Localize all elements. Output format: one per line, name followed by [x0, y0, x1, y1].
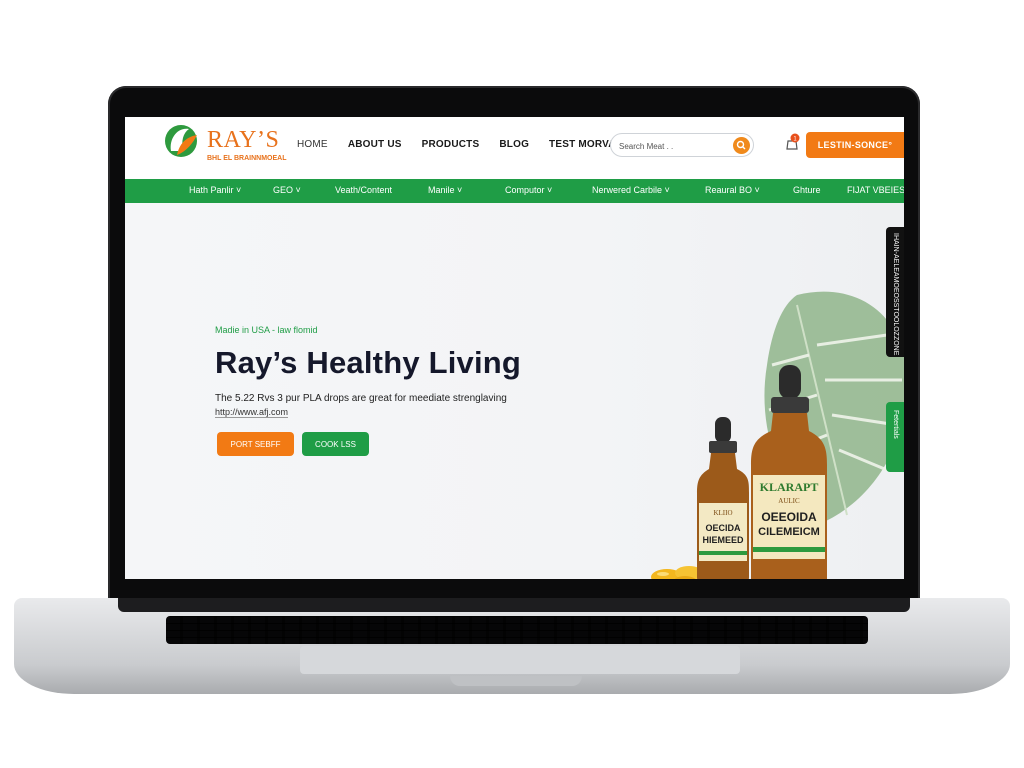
brand-logo[interactable]: RAY’S BHL EL BRAINNMOEAL — [163, 121, 287, 167]
laptop-notch — [450, 676, 582, 686]
large-bottle-line1: KLARAPT — [760, 480, 819, 494]
hero-section: Madie in USA - law flomid Ray’s Healthy … — [125, 203, 904, 579]
search-icon — [736, 140, 746, 150]
search-input[interactable] — [619, 138, 729, 154]
header-cta-button[interactable]: LESTIN-SONCE° — [806, 132, 904, 158]
large-bottle-line3: OEEOIDA — [761, 510, 817, 524]
hero-primary-button[interactable]: PORT SEBFF — [217, 432, 294, 456]
category-bar: Hath Panlir ˅ GEO ˅ Veath/Content Manile… — [125, 179, 904, 203]
small-bottle-line2: OECIDA — [705, 523, 741, 533]
nav-blog[interactable]: BLOG — [499, 139, 529, 150]
brand-name: RAY’S — [207, 127, 280, 153]
laptop-hinge — [118, 598, 910, 612]
logo-mark-icon — [165, 125, 197, 157]
category-item[interactable]: Hath Panlir ˅ — [189, 185, 241, 195]
site-header: RAY’S BHL EL BRAINNMOEAL HOME ABOUT US P… — [125, 117, 904, 179]
large-bottle-line4: CILEMEICM — [758, 526, 820, 538]
category-item[interactable]: Computor ˅ — [505, 185, 552, 195]
laptop-screen: RAY’S BHL EL BRAINNMOEAL HOME ABOUT US P… — [125, 117, 904, 579]
photo-stage: RAY’S BHL EL BRAINNMOEAL HOME ABOUT US P… — [0, 0, 1024, 768]
hero-eyebrow: Madie in USA - law flomid — [215, 325, 318, 335]
laptop-trackpad — [300, 646, 740, 674]
search-box — [610, 133, 754, 157]
category-item[interactable]: Manile ˅ — [428, 185, 462, 195]
cart-button[interactable]: 1 — [785, 133, 801, 151]
category-item[interactable]: Reaural BO ˅ — [705, 185, 760, 195]
nav-products[interactable]: PRODUCTS — [422, 139, 480, 150]
side-tab-newsletter[interactable]: Fetertials — [886, 402, 904, 472]
hero-secondary-button[interactable]: COOK LSS — [302, 432, 369, 456]
hero-link[interactable]: http://www.afj.com — [215, 407, 289, 418]
hero-title: Ray’s Healthy Living — [215, 345, 522, 380]
hero-description: The 5.22 Rvs 3 pur PLA drops are great f… — [215, 393, 507, 404]
main-nav: HOME ABOUT US PRODUCTS BLOG TEST MORVALS — [297, 139, 649, 150]
nav-about-us[interactable]: ABOUT US — [348, 139, 402, 150]
large-bottle-line2: AULIC — [778, 497, 800, 505]
category-item[interactable]: FIJAT VBEIES ˅ — [847, 185, 904, 195]
category-item[interactable]: Veath/Content — [335, 185, 392, 195]
small-bottle-line1: KLIIO — [713, 509, 732, 517]
search-button[interactable] — [733, 137, 750, 154]
category-item[interactable]: Nerwered Carbile ˅ — [592, 185, 670, 195]
nav-home[interactable]: HOME — [297, 139, 328, 150]
side-tab-feedback-label: IHAIN-AELEAMOEOSSTOOLOZZONE — [892, 233, 899, 356]
category-item[interactable]: Ghture — [793, 185, 821, 195]
side-tab-newsletter-label: Fetertials — [892, 410, 899, 439]
side-tab-feedback[interactable]: IHAIN-AELEAMOEOSSTOOLOZZONE — [886, 227, 904, 357]
brand-tagline: BHL EL BRAINNMOEAL — [207, 155, 287, 162]
bottle-icon: KLARAPT AULIC OEEOIDA CILEMEICM — [751, 365, 827, 579]
bottle-icon: KLIIO OECIDA HIEMEED — [697, 417, 749, 579]
cart-icon: 1 — [786, 133, 800, 150]
small-bottle-line3: HIEMEED — [702, 535, 744, 545]
category-item[interactable]: GEO ˅ — [273, 185, 301, 195]
laptop-keyboard — [166, 616, 868, 644]
